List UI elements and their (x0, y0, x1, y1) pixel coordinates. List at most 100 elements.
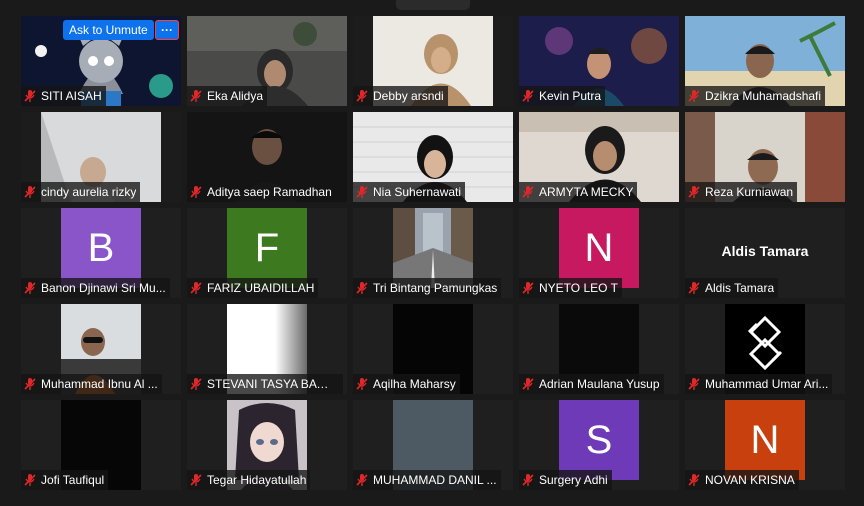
ask-to-unmute-button[interactable]: Ask to Unmute (63, 20, 154, 40)
participant-tile[interactable]: Tegar Hidayatullah (187, 400, 347, 490)
muted-mic-icon (24, 474, 36, 486)
participant-tile[interactable]: ARMYTA MECKY (519, 112, 679, 202)
muted-mic-icon (24, 378, 36, 390)
name-bar: Aditya saep Ramadhan (187, 182, 336, 202)
participant-tile[interactable]: Adrian Maulana Yusup (519, 304, 679, 394)
name-bar: Aldis Tamara (685, 278, 779, 298)
name-bar: SITI AISAH (21, 86, 106, 106)
participant-tile[interactable]: Ask to Unmute ··· SITI AISAH (21, 16, 181, 106)
participant-tile[interactable]: B Banon Djinawi Sri Mu... (21, 208, 181, 298)
participant-name: SITI AISAH (41, 89, 102, 103)
participant-tile[interactable]: Nia Suhernawati (353, 112, 513, 202)
gallery-grid: Ask to Unmute ··· SITI AISAH Eka Alidya (0, 0, 864, 506)
participant-tile[interactable]: Kevin Putra (519, 16, 679, 106)
participant-name: Aldis Tamara (705, 281, 775, 295)
muted-mic-icon (190, 90, 202, 102)
name-bar: cindy aurelia rizky (21, 182, 141, 202)
participant-tile[interactable]: Aqilha Maharsy (353, 304, 513, 394)
muted-mic-icon (356, 282, 368, 294)
muted-mic-icon (356, 474, 368, 486)
muted-mic-icon (522, 90, 534, 102)
muted-mic-icon (688, 282, 700, 294)
participant-name: Aditya saep Ramadhan (207, 185, 332, 199)
participant-tile[interactable]: Debby arsndi (353, 16, 513, 106)
participant-name: Debby arsndi (373, 89, 444, 103)
participant-tile[interactable]: cindy aurelia rizky (21, 112, 181, 202)
name-bar: NOVAN KRISNA (685, 470, 799, 490)
participant-tile[interactable]: Muhammad Ibnu Al ... (21, 304, 181, 394)
name-bar: MUHAMMAD DANIL ... (353, 470, 501, 490)
name-bar: STEVANI TASYA BAWA... (187, 374, 343, 394)
participant-name: STEVANI TASYA BAWA... (207, 377, 339, 391)
muted-mic-icon (24, 186, 36, 198)
muted-mic-icon (522, 186, 534, 198)
name-bar: Surgery Adhi (519, 470, 612, 490)
muted-mic-icon (522, 474, 534, 486)
participant-tile[interactable]: S Surgery Adhi (519, 400, 679, 490)
avatar-initial: F (227, 208, 307, 288)
more-options-button[interactable]: ··· (155, 20, 179, 40)
name-bar: Banon Djinawi Sri Mu... (21, 278, 170, 298)
participant-name: Kevin Putra (539, 89, 602, 103)
muted-mic-icon (688, 474, 700, 486)
participant-name: Tegar Hidayatullah (207, 473, 307, 487)
participant-name: NYETO LEO T (539, 281, 618, 295)
name-bar: Dzikra Muhamadshafi (685, 86, 826, 106)
muted-mic-icon (24, 282, 36, 294)
name-bar: Reza Kurniawan (685, 182, 798, 202)
participant-tile[interactable]: STEVANI TASYA BAWA... (187, 304, 347, 394)
muted-mic-icon (356, 186, 368, 198)
participant-name: Adrian Maulana Yusup (539, 377, 660, 391)
muted-mic-icon (356, 90, 368, 102)
avatar-initial: S (559, 400, 639, 480)
participant-name: Banon Djinawi Sri Mu... (41, 281, 166, 295)
participant-tile[interactable]: N NYETO LEO T (519, 208, 679, 298)
name-bar: NYETO LEO T (519, 278, 622, 298)
participant-name: Surgery Adhi (539, 473, 608, 487)
participant-name: Reza Kurniawan (705, 185, 794, 199)
name-bar: FARIZ UBAIDILLAH (187, 278, 319, 298)
muted-mic-icon (190, 474, 202, 486)
muted-mic-icon (522, 378, 534, 390)
muted-mic-icon (190, 378, 202, 390)
participant-tile[interactable]: Muhammad Umar Ari... (685, 304, 845, 394)
participant-name: NOVAN KRISNA (705, 473, 795, 487)
participant-name: Jofi Taufiqul (41, 473, 105, 487)
video-feed (393, 208, 473, 288)
name-bar: Kevin Putra (519, 86, 606, 106)
name-bar: Tegar Hidayatullah (187, 470, 311, 490)
name-bar: Adrian Maulana Yusup (519, 374, 664, 394)
name-bar: Muhammad Ibnu Al ... (21, 374, 162, 394)
name-bar: ARMYTA MECKY (519, 182, 638, 202)
participant-tile[interactable]: MUHAMMAD DANIL ... (353, 400, 513, 490)
participant-name: Tri Bintang Pamungkas (373, 281, 498, 295)
muted-mic-icon (356, 378, 368, 390)
participant-name: Nia Suhernawati (373, 185, 462, 199)
name-bar: Debby arsndi (353, 86, 448, 106)
participant-name: MUHAMMAD DANIL ... (373, 473, 497, 487)
participant-tile[interactable]: Aditya saep Ramadhan (187, 112, 347, 202)
muted-mic-icon (190, 282, 202, 294)
participant-name: cindy aurelia rizky (41, 185, 137, 199)
avatar-initial: N (559, 208, 639, 288)
participant-tile[interactable]: Dzikra Muhamadshafi (685, 16, 845, 106)
participant-tile[interactable]: Reza Kurniawan (685, 112, 845, 202)
participant-name: FARIZ UBAIDILLAH (207, 281, 315, 295)
participant-tile[interactable]: F FARIZ UBAIDILLAH (187, 208, 347, 298)
participant-tile[interactable]: Tri Bintang Pamungkas (353, 208, 513, 298)
participant-name: Aqilha Maharsy (373, 377, 456, 391)
avatar-initial: B (61, 208, 141, 288)
participant-tile[interactable]: N NOVAN KRISNA (685, 400, 845, 490)
muted-mic-icon (190, 186, 202, 198)
muted-mic-icon (522, 282, 534, 294)
participant-name: Dzikra Muhamadshafi (705, 89, 822, 103)
participant-tile[interactable]: Aldis Tamara Aldis Tamara (685, 208, 845, 298)
participant-tile[interactable]: Jofi Taufiqul (21, 400, 181, 490)
muted-mic-icon (688, 90, 700, 102)
name-bar: Aqilha Maharsy (353, 374, 460, 394)
muted-mic-icon (24, 90, 36, 102)
participant-tile[interactable]: Eka Alidya (187, 16, 347, 106)
participant-name: Muhammad Ibnu Al ... (41, 377, 158, 391)
avatar-initial: N (725, 400, 805, 480)
name-bar: Eka Alidya (187, 86, 268, 106)
